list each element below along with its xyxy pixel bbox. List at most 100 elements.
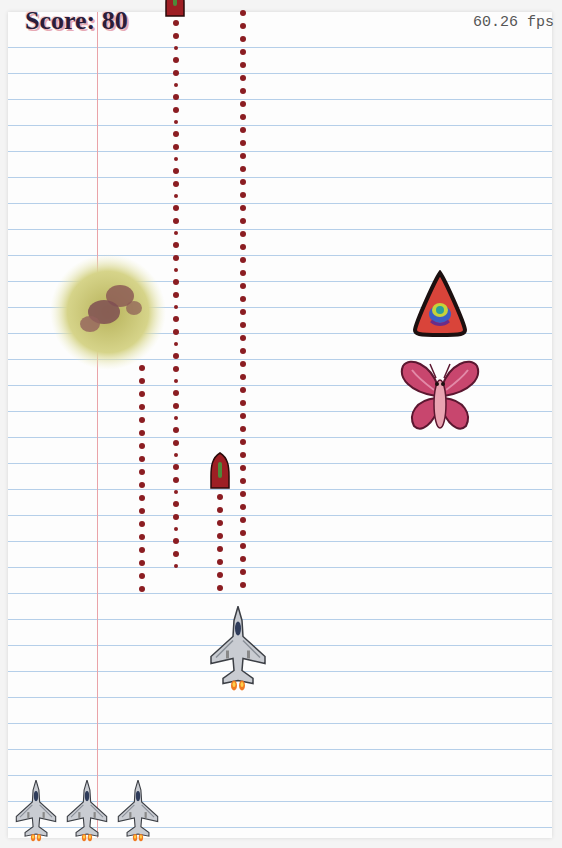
bullet bbox=[174, 527, 178, 531]
bullet bbox=[173, 477, 179, 483]
bullet bbox=[240, 205, 246, 211]
bullet bbox=[217, 546, 223, 552]
bullet-trail bbox=[240, 10, 246, 588]
bullet bbox=[240, 582, 246, 588]
bullet bbox=[139, 430, 145, 436]
bullet bbox=[240, 36, 246, 42]
bullet bbox=[240, 517, 246, 523]
bullet bbox=[139, 456, 145, 462]
bullet bbox=[173, 218, 179, 224]
player[interactable] bbox=[208, 606, 268, 692]
bullet bbox=[173, 255, 179, 261]
bullet bbox=[173, 403, 179, 409]
bullet bbox=[174, 453, 178, 457]
bullet bbox=[174, 231, 178, 235]
bullet bbox=[173, 181, 179, 187]
bullet bbox=[174, 46, 178, 50]
bullet bbox=[217, 585, 223, 591]
explosion-sprite bbox=[48, 252, 168, 372]
life-jet-icon bbox=[64, 780, 110, 842]
life-jet-icon bbox=[115, 780, 161, 842]
bullet bbox=[173, 329, 179, 335]
bullet bbox=[240, 101, 246, 107]
bullet bbox=[139, 508, 145, 514]
bullet bbox=[173, 353, 179, 359]
margin-line bbox=[97, 12, 98, 838]
bullet bbox=[240, 374, 246, 380]
bullet bbox=[174, 416, 178, 420]
bullet bbox=[173, 131, 179, 137]
bullet bbox=[173, 33, 179, 39]
moth-sprite bbox=[400, 356, 480, 436]
game-screen[interactable]: Score: 8060.26 fps bbox=[0, 0, 562, 848]
bullet bbox=[240, 283, 246, 289]
explosion-icon bbox=[48, 252, 168, 372]
bullet bbox=[173, 316, 179, 322]
bullet bbox=[240, 257, 246, 263]
bullet bbox=[240, 179, 246, 185]
cone-enemy-icon bbox=[412, 270, 468, 338]
bullet bbox=[240, 491, 246, 497]
bullet bbox=[240, 10, 246, 16]
bullet bbox=[174, 268, 178, 272]
bullet bbox=[173, 242, 179, 248]
bullet bbox=[174, 379, 178, 383]
bullet bbox=[173, 144, 179, 150]
bullet bbox=[173, 94, 179, 100]
bullet bbox=[173, 464, 179, 470]
bullet bbox=[173, 440, 179, 446]
bullet bbox=[173, 57, 179, 63]
bullet bbox=[240, 244, 246, 250]
bullet bbox=[139, 469, 145, 475]
bullet bbox=[139, 521, 145, 527]
score: Score: 80 bbox=[25, 6, 128, 36]
bullet bbox=[173, 279, 179, 285]
bullet bbox=[139, 443, 145, 449]
bullet bbox=[240, 361, 246, 367]
bullet bbox=[139, 560, 145, 566]
bullet bbox=[173, 390, 179, 396]
bullet bbox=[240, 413, 246, 419]
bullet bbox=[240, 400, 246, 406]
missile bbox=[209, 452, 231, 490]
bullet bbox=[240, 114, 246, 120]
bullet bbox=[240, 569, 246, 575]
bullet bbox=[240, 270, 246, 276]
bullet bbox=[240, 426, 246, 432]
bullet bbox=[174, 564, 178, 568]
bullet bbox=[139, 573, 145, 579]
bullet bbox=[173, 70, 179, 76]
bullet bbox=[240, 166, 246, 172]
bullet bbox=[173, 20, 179, 26]
bullet bbox=[240, 75, 246, 81]
bullet bbox=[240, 504, 246, 510]
bullet bbox=[240, 556, 246, 562]
bullet bbox=[174, 490, 178, 494]
bullet bbox=[173, 551, 179, 557]
bullet bbox=[240, 296, 246, 302]
bullet bbox=[240, 335, 246, 341]
moth-enemy-icon bbox=[400, 356, 480, 436]
bullet bbox=[174, 157, 178, 161]
bullet bbox=[173, 168, 179, 174]
bullet bbox=[174, 305, 178, 309]
bullet bbox=[173, 538, 179, 544]
bullet-trail bbox=[173, 20, 179, 568]
bullet bbox=[240, 153, 246, 159]
bullet bbox=[240, 452, 246, 458]
bullet bbox=[139, 378, 145, 384]
bullet bbox=[240, 387, 246, 393]
bullet-trail bbox=[217, 494, 223, 591]
bullet bbox=[217, 572, 223, 578]
bullet bbox=[174, 83, 178, 87]
bullet bbox=[240, 530, 246, 536]
bullet bbox=[217, 494, 223, 500]
bullet bbox=[139, 547, 145, 553]
bullet bbox=[174, 120, 178, 124]
bullet bbox=[240, 218, 246, 224]
bullet bbox=[217, 559, 223, 565]
bullet bbox=[173, 501, 179, 507]
life-jet-icon bbox=[13, 780, 59, 842]
bullet bbox=[174, 194, 178, 198]
bullet bbox=[139, 391, 145, 397]
